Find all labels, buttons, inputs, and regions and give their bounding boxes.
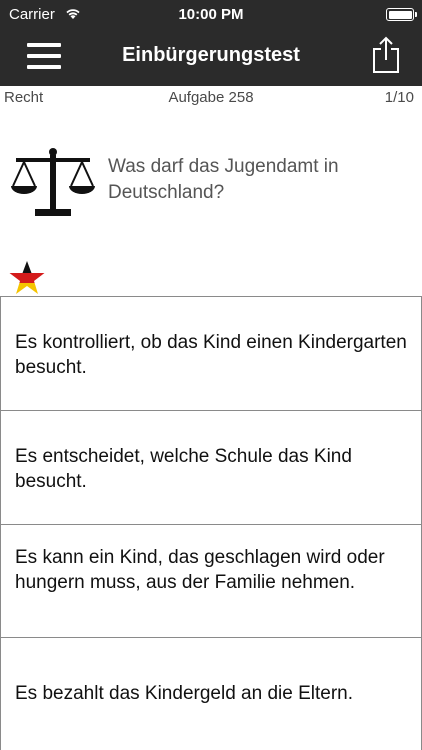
question-counter: 1/10 bbox=[384, 89, 414, 106]
answer-option-3[interactable]: Es kann ein Kind, das geschlagen wird od… bbox=[0, 524, 422, 637]
answer-option-4[interactable]: Es bezahlt das Kindergeld an die Eltern. bbox=[0, 637, 422, 750]
status-bar: Carrier 10:00 PM bbox=[0, 0, 422, 30]
question-block: Was darf das Jugendamt in Deutschland? bbox=[0, 140, 422, 230]
navigation-bar: Einbürgerungstest bbox=[0, 30, 422, 86]
top-bar: Carrier 10:00 PM Einbürgerungstest bbox=[0, 0, 422, 86]
task-number: Aufgabe 258 bbox=[168, 89, 254, 106]
answer-text: Es kann ein Kind, das geschlagen wird od… bbox=[15, 547, 385, 593]
answer-option-2[interactable]: Es entscheidet, welche Schule das Kind b… bbox=[0, 410, 422, 524]
answer-text: Es bezahlt das Kindergeld an die Eltern. bbox=[15, 683, 353, 704]
question-text: Was darf das Jugendamt in Deutschland? bbox=[108, 156, 339, 203]
answer-text: Es kontrolliert, ob das Kind einen Kinde… bbox=[15, 332, 407, 378]
answer-text: Es entscheidet, welche Schule das Kind b… bbox=[15, 446, 352, 492]
app-title: Einbürgerungstest bbox=[122, 44, 300, 66]
question-info-bar: Recht Aufgabe 258 1/10 bbox=[0, 86, 422, 110]
germany-flag-star-icon bbox=[9, 261, 45, 294]
battery-icon bbox=[386, 8, 417, 21]
answer-option-1[interactable]: Es kontrolliert, ob das Kind einen Kinde… bbox=[0, 296, 422, 410]
clock: 10:00 PM bbox=[178, 6, 244, 23]
share-icon[interactable] bbox=[372, 36, 400, 74]
scale-of-justice-icon bbox=[11, 148, 95, 216]
